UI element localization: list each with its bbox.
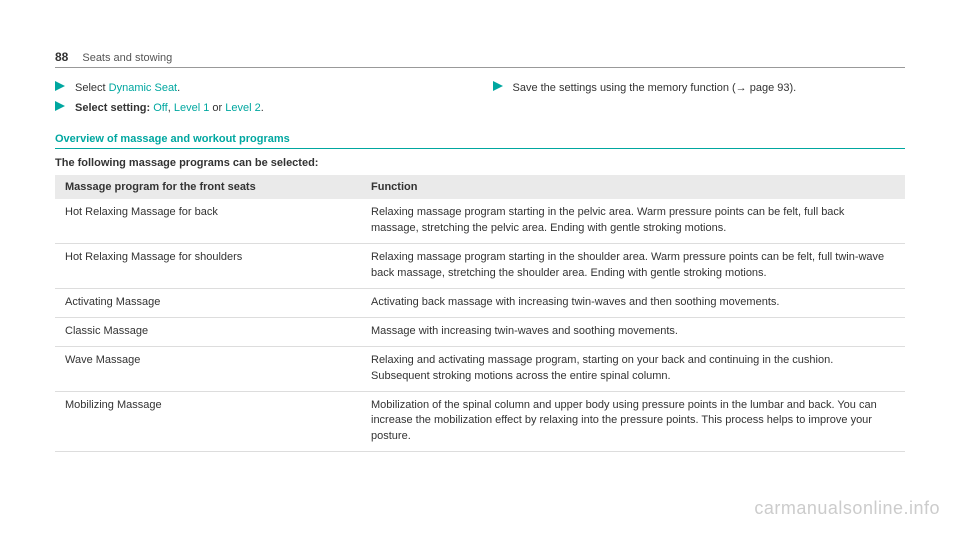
watermark: carmanualsonline.info [754,498,940,519]
instruction-step: Select setting: Off, Level 1 or Level 2. [55,100,468,117]
program-name: Classic Massage [55,317,361,346]
step-post: . [261,102,264,114]
chapter-title: Seats and stowing [82,52,172,64]
section-heading: Overview of massage and workout programs [55,133,905,149]
program-function: Relaxing and activating massage program,… [361,346,905,391]
table-row: Wave Massage Relaxing and activating mas… [55,346,905,391]
right-column: Save the settings using the memory funct… [493,80,906,119]
instruction-step: Save the settings using the memory funct… [493,80,906,97]
option-level1: Level 1 [174,102,209,114]
program-function: Mobilization of the spinal column and up… [361,391,905,452]
step-text: Save the settings using the memory funct… [513,80,906,97]
subheading: The following massage programs can be se… [55,157,905,169]
triangle-bullet-icon [55,81,69,91]
table-header-row: Massage program for the front seats Func… [55,175,905,199]
triangle-bullet-icon [55,101,69,111]
triangle-bullet-icon [493,81,507,91]
step-text: Select setting: Off, Level 1 or Level 2. [75,100,468,117]
option-or: or [209,102,225,114]
program-function: Relaxing massage program starting in the… [361,243,905,288]
table-row: Classic Massage Massage with increasing … [55,317,905,346]
left-column: Select Dynamic Seat. Select setting: Off… [55,80,468,119]
table-header-function: Function [361,175,905,199]
dynamic-seat-link: Dynamic Seat [109,82,177,94]
table-row: Mobilizing Massage Mobilization of the s… [55,391,905,452]
step-post: . [177,82,180,94]
program-function: Activating back massage with increasing … [361,288,905,317]
instruction-columns: Select Dynamic Seat. Select setting: Off… [55,80,905,119]
instruction-step: Select Dynamic Seat. [55,80,468,97]
option-level2: Level 2 [225,102,260,114]
step-pre: Select [75,82,109,94]
table-row: Activating Massage Activating back massa… [55,288,905,317]
program-name: Hot Relaxing Massage for back [55,199,361,243]
step-text: Select Dynamic Seat. [75,80,468,97]
program-name: Activating Massage [55,288,361,317]
table-row: Hot Relaxing Massage for shoulders Relax… [55,243,905,288]
page-number: 88 [55,50,68,64]
option-off: Off [153,102,167,114]
program-name: Wave Massage [55,346,361,391]
page-header: 88 Seats and stowing [55,50,905,68]
table-header-program: Massage program for the front seats [55,175,361,199]
table-row: Hot Relaxing Massage for back Relaxing m… [55,199,905,243]
program-name: Hot Relaxing Massage for shoulders [55,243,361,288]
program-function: Relaxing massage program starting in the… [361,199,905,243]
program-name: Mobilizing Massage [55,391,361,452]
step-bold-label: Select setting: [75,102,150,114]
massage-programs-table: Massage program for the front seats Func… [55,175,905,452]
program-function: Massage with increasing twin-waves and s… [361,317,905,346]
